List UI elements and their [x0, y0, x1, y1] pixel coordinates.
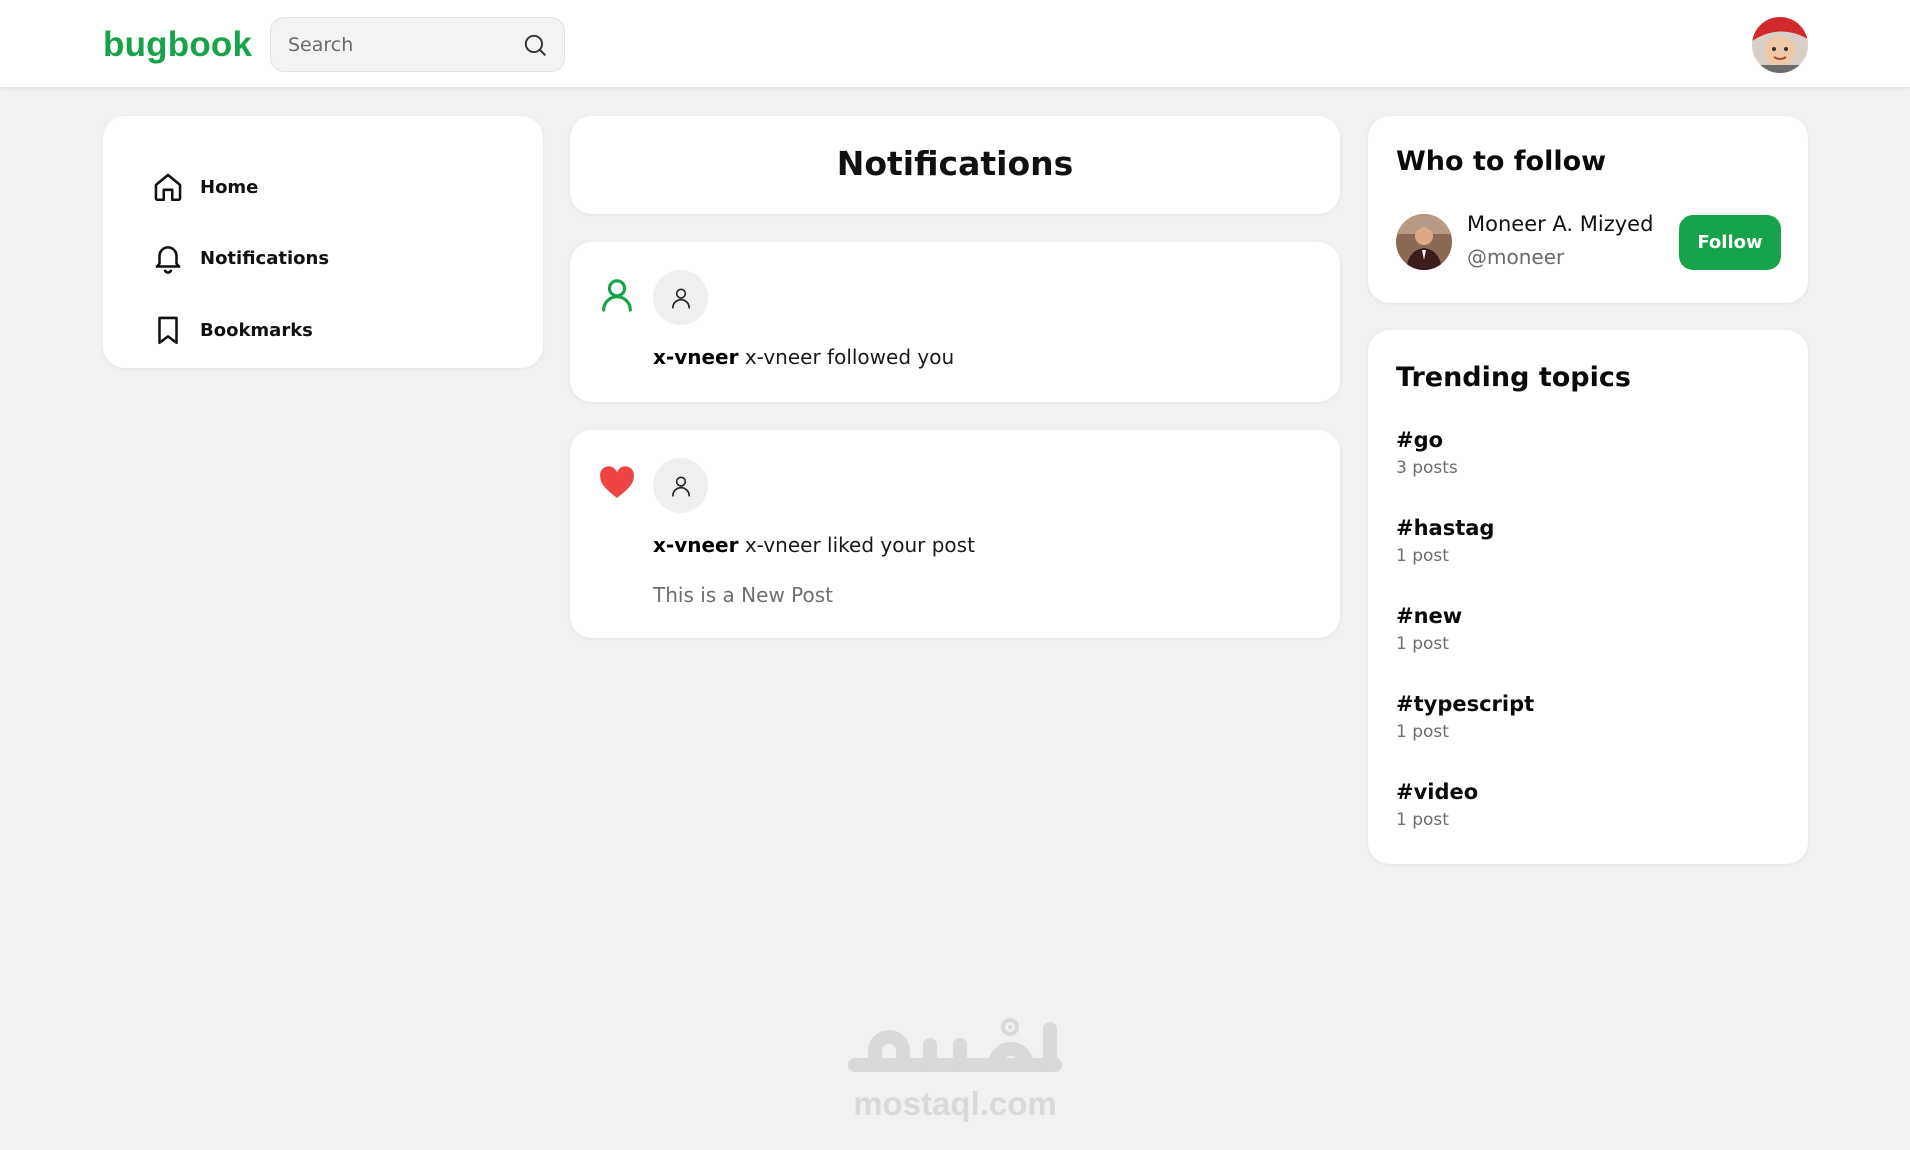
user-avatar[interactable]	[1752, 17, 1808, 73]
sidebar-nav: Home Notifications Bookmarks	[103, 116, 543, 368]
trending-topics-title: Trending topics	[1396, 362, 1631, 393]
trending-topic[interactable]: #new 1 post	[1396, 604, 1462, 654]
top-navbar: bugbook	[0, 0, 1910, 88]
topic-count: 1 post	[1396, 634, 1449, 654]
watermark-text: mostaql.com	[853, 1085, 1057, 1122]
trending-topics-card: Trending topics #go 3 posts #hastag 1 po…	[1368, 330, 1808, 864]
user-placeholder-icon	[671, 476, 690, 497]
app-logo[interactable]: bugbook	[103, 25, 252, 65]
user-placeholder-icon	[671, 288, 690, 309]
trending-topic[interactable]: #go 3 posts	[1396, 428, 1458, 478]
topic-tag: #new	[1396, 604, 1463, 628]
sidebar-item-label: Notifications	[200, 247, 330, 269]
trending-topic[interactable]: #hastag 1 post	[1396, 516, 1494, 566]
notification-text: x-vneer x-vneer liked your post	[653, 533, 975, 557]
notification-item[interactable]: x-vneer x-vneer liked your post This is …	[570, 430, 1340, 638]
bell-icon	[155, 246, 181, 274]
watermark-logo	[848, 1018, 1062, 1072]
notification-username[interactable]: x-vneer	[653, 533, 738, 557]
notification-post-preview[interactable]: This is a New Post	[653, 583, 833, 607]
follow-button[interactable]: Follow	[1679, 215, 1781, 270]
avatar[interactable]	[653, 458, 708, 513]
notification-username[interactable]: x-vneer	[653, 345, 738, 369]
topic-count: 3 posts	[1396, 458, 1458, 478]
home-icon	[154, 173, 182, 202]
sidebar-item-home[interactable]: Home	[151, 167, 258, 207]
user-follow-icon	[602, 279, 632, 312]
sidebar-item-label: Bookmarks	[200, 319, 313, 341]
sidebar-item-label: Home	[200, 176, 259, 198]
avatar[interactable]	[653, 270, 708, 325]
sidebar-item-bookmarks[interactable]: Bookmarks	[151, 310, 313, 350]
topic-count: 1 post	[1396, 546, 1449, 566]
bookmark-icon	[158, 316, 178, 345]
notification-text: x-vneer x-vneer followed you	[653, 345, 955, 369]
watermark: mostaql.com	[835, 1015, 1075, 1125]
trending-topic[interactable]: #typescript 1 post	[1396, 692, 1534, 742]
topic-tag: #video	[1396, 780, 1479, 804]
suggested-user-handle: @moneer	[1467, 245, 1565, 269]
topic-tag: #hastag	[1396, 516, 1495, 540]
trending-topic[interactable]: #video 1 post	[1396, 780, 1478, 830]
topic-count: 1 post	[1396, 722, 1449, 742]
who-to-follow-title: Who to follow	[1396, 146, 1607, 177]
search-box[interactable]	[270, 17, 565, 72]
sidebar-item-notifications[interactable]: Notifications	[151, 238, 329, 278]
avatar[interactable]	[1396, 214, 1452, 270]
search-icon[interactable]	[522, 32, 548, 58]
topic-tag: #go	[1396, 428, 1444, 452]
page-title-card: Notifications	[570, 116, 1340, 214]
topic-tag: #typescript	[1396, 692, 1535, 716]
suggested-user-name[interactable]: Moneer A. Mizyed	[1467, 212, 1653, 236]
search-input[interactable]	[271, 18, 511, 71]
page-title: Notifications	[836, 144, 1074, 183]
heart-icon	[600, 466, 634, 498]
notification-item[interactable]: x-vneer x-vneer followed you	[570, 242, 1340, 402]
topic-count: 1 post	[1396, 810, 1449, 830]
who-to-follow-card: Who to follow Moneer A. Mizyed @moneer F…	[1368, 116, 1808, 303]
